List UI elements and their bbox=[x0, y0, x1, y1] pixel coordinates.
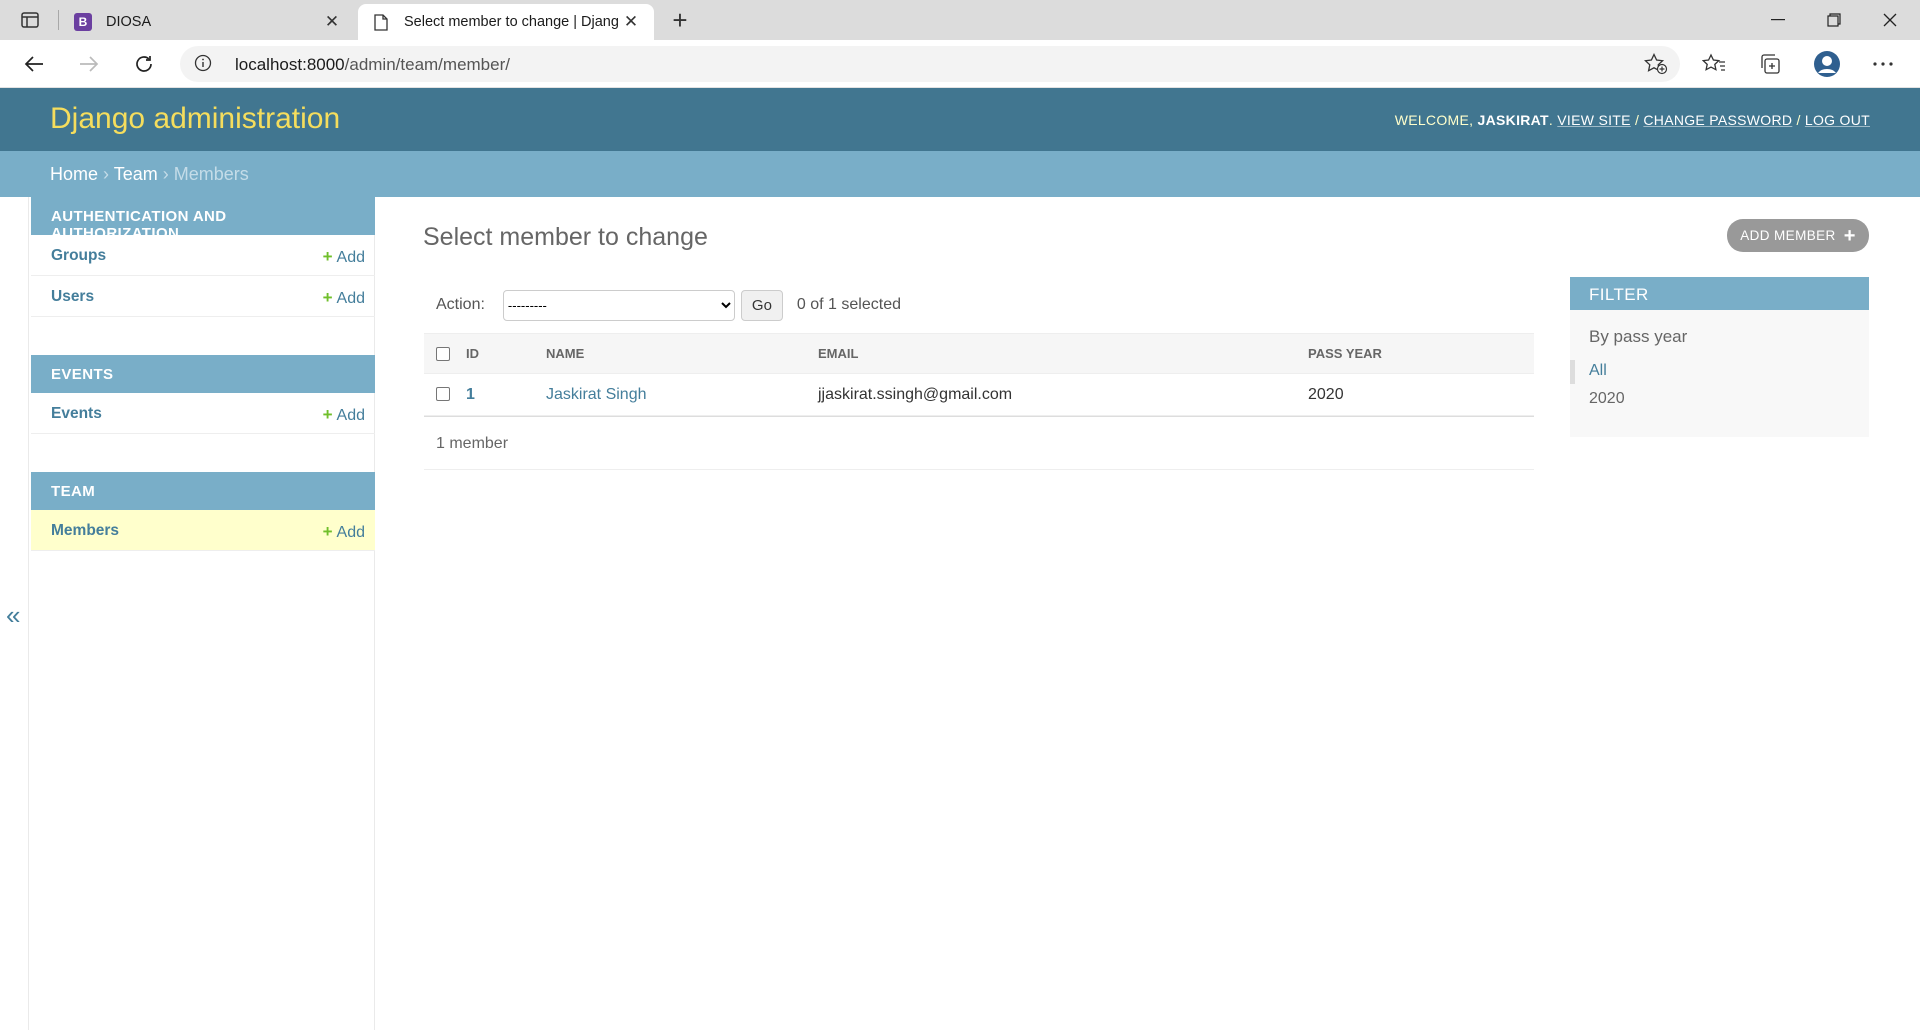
filter-option-all[interactable]: All bbox=[1570, 360, 1607, 384]
profile-avatar-icon[interactable] bbox=[1810, 48, 1844, 80]
add-members-link[interactable]: + Add bbox=[323, 522, 365, 542]
address-bar: localhost:8000/admin/team/member/ bbox=[0, 40, 1920, 88]
view-site-link[interactable]: VIEW SITE bbox=[1557, 112, 1631, 128]
module-caption[interactable]: EVENTS bbox=[31, 355, 375, 393]
go-button[interactable]: Go bbox=[740, 289, 783, 321]
model-link-events[interactable]: Events bbox=[51, 405, 102, 423]
module-team: TEAM Members + Add bbox=[31, 472, 375, 551]
plus-icon: + bbox=[1843, 224, 1856, 247]
add-users-link[interactable]: + Add bbox=[323, 288, 365, 308]
model-link-groups[interactable]: Groups bbox=[51, 247, 106, 265]
collections-icon[interactable] bbox=[1753, 48, 1787, 80]
module-auth: AUTHENTICATION AND AUTHORIZATION Groups … bbox=[31, 197, 375, 317]
add-groups-link[interactable]: + Add bbox=[323, 247, 365, 267]
page-favicon-icon bbox=[372, 13, 390, 31]
nav-sidebar: AUTHENTICATION AND AUTHORIZATION Groups … bbox=[28, 197, 375, 1030]
close-tab-icon[interactable]: ✕ bbox=[622, 12, 640, 32]
site-brand[interactable]: Django administration bbox=[50, 102, 340, 136]
table-row: 1 Jaskirat Singh jjaskirat.ssingh@gmail.… bbox=[424, 373, 1534, 416]
tab-title: DIOSA bbox=[106, 14, 152, 30]
browser-tab-diosa[interactable]: B DIOSA ✕ bbox=[60, 4, 355, 40]
sidebar-item-users: Users + Add bbox=[31, 276, 375, 317]
breadcrumb: Home › Team › Members bbox=[0, 151, 1920, 197]
username: JASKIRAT bbox=[1477, 112, 1549, 128]
row-id-link[interactable]: 1 bbox=[466, 386, 475, 403]
column-header-id[interactable]: ID bbox=[466, 333, 546, 374]
column-header-name[interactable]: NAME bbox=[546, 333, 818, 374]
result-list: ID NAME EMAIL PASS YEAR 1 Jaskirat Singh… bbox=[424, 333, 1534, 416]
page-title: Select member to change bbox=[423, 223, 708, 251]
model-link-members[interactable]: Members bbox=[51, 522, 119, 540]
more-menu-icon[interactable] bbox=[1866, 48, 1900, 80]
module-events: EVENTS Events + Add bbox=[31, 355, 375, 434]
welcome-label: WELCOME, bbox=[1394, 112, 1474, 128]
bootstrap-favicon-icon: B bbox=[74, 13, 92, 31]
row-select-cell bbox=[424, 373, 466, 416]
model-link-users[interactable]: Users bbox=[51, 288, 94, 306]
add-events-link[interactable]: + Add bbox=[323, 405, 365, 425]
row-checkbox[interactable] bbox=[436, 387, 450, 402]
change-password-link[interactable]: CHANGE PASSWORD bbox=[1643, 112, 1792, 128]
module-caption[interactable]: TEAM bbox=[31, 472, 375, 510]
plus-icon: + bbox=[322, 288, 333, 307]
browser-tab-admin[interactable]: Select member to change | Djang ✕ bbox=[358, 4, 654, 40]
tab-actions-icon[interactable] bbox=[14, 8, 46, 32]
filter-caption: FILTER bbox=[1570, 277, 1869, 310]
restore-icon[interactable] bbox=[1806, 0, 1862, 40]
url-field[interactable]: localhost:8000/admin/team/member/ bbox=[180, 46, 1680, 82]
changelist-filter: FILTER By pass year All 2020 bbox=[1570, 277, 1869, 437]
user-tools: WELCOME, JASKIRAT. VIEW SITE / CHANGE PA… bbox=[1394, 112, 1870, 128]
selected-count: 0 of 1 selected bbox=[796, 296, 901, 313]
add-member-button[interactable]: ADD MEMBER + bbox=[1727, 219, 1869, 252]
sidebar-item-members: Members + Add bbox=[31, 510, 375, 551]
minimize-icon[interactable] bbox=[1750, 0, 1806, 40]
favorites-icon[interactable] bbox=[1697, 48, 1731, 80]
row-pass-year: 2020 bbox=[1308, 373, 1534, 416]
toggle-sidebar-button[interactable]: « bbox=[6, 600, 20, 631]
plus-icon: + bbox=[322, 405, 333, 424]
action-select[interactable]: --------- bbox=[502, 289, 735, 321]
row-email: jjaskirat.ssingh@gmail.com bbox=[818, 373, 1308, 416]
tab-separator bbox=[58, 10, 59, 30]
close-window-icon[interactable] bbox=[1862, 0, 1918, 40]
row-id-cell: 1 bbox=[466, 373, 546, 416]
module-caption[interactable]: AUTHENTICATION AND AUTHORIZATION bbox=[31, 197, 375, 242]
forward-icon[interactable] bbox=[72, 48, 106, 80]
action-label: Action: bbox=[436, 296, 485, 313]
row-name-cell: Jaskirat Singh bbox=[546, 373, 818, 416]
select-all-checkbox[interactable] bbox=[436, 347, 450, 362]
sidebar-item-events: Events + Add bbox=[31, 393, 375, 434]
add-favorite-icon[interactable] bbox=[1643, 52, 1668, 80]
paginator: 1 member bbox=[424, 416, 1534, 470]
refresh-icon[interactable] bbox=[127, 48, 161, 80]
browser-tab-bar: B DIOSA ✕ Select member to change | Djan… bbox=[0, 0, 1920, 40]
row-name-link[interactable]: Jaskirat Singh bbox=[546, 386, 647, 403]
actions-bar: Action: --------- Go 0 of 1 selected bbox=[424, 287, 1534, 323]
log-out-link[interactable]: LOG OUT bbox=[1805, 112, 1870, 128]
info-icon[interactable] bbox=[194, 54, 212, 77]
filter-heading: By pass year bbox=[1589, 327, 1688, 346]
new-tab-icon[interactable]: + bbox=[665, 6, 695, 34]
back-icon[interactable] bbox=[17, 48, 51, 80]
breadcrumb-team[interactable]: Team bbox=[114, 164, 158, 184]
breadcrumb-home[interactable]: Home bbox=[50, 164, 98, 184]
breadcrumb-current: Members bbox=[173, 164, 249, 184]
admin-header: Django administration WELCOME, JASKIRAT.… bbox=[0, 88, 1920, 151]
url-text: localhost:8000/admin/team/member/ bbox=[235, 55, 510, 74]
column-header-email[interactable]: EMAIL bbox=[818, 333, 1308, 374]
tab-title: Select member to change | Djang bbox=[404, 14, 619, 30]
select-all-header bbox=[424, 333, 466, 374]
plus-icon: + bbox=[322, 522, 333, 541]
column-header-pass-year[interactable]: PASS YEAR bbox=[1308, 333, 1534, 374]
plus-icon: + bbox=[322, 247, 333, 266]
close-tab-icon[interactable]: ✕ bbox=[323, 12, 341, 32]
filter-option-2020[interactable]: 2020 bbox=[1589, 390, 1625, 408]
sidebar-item-groups: Groups + Add bbox=[31, 235, 375, 276]
